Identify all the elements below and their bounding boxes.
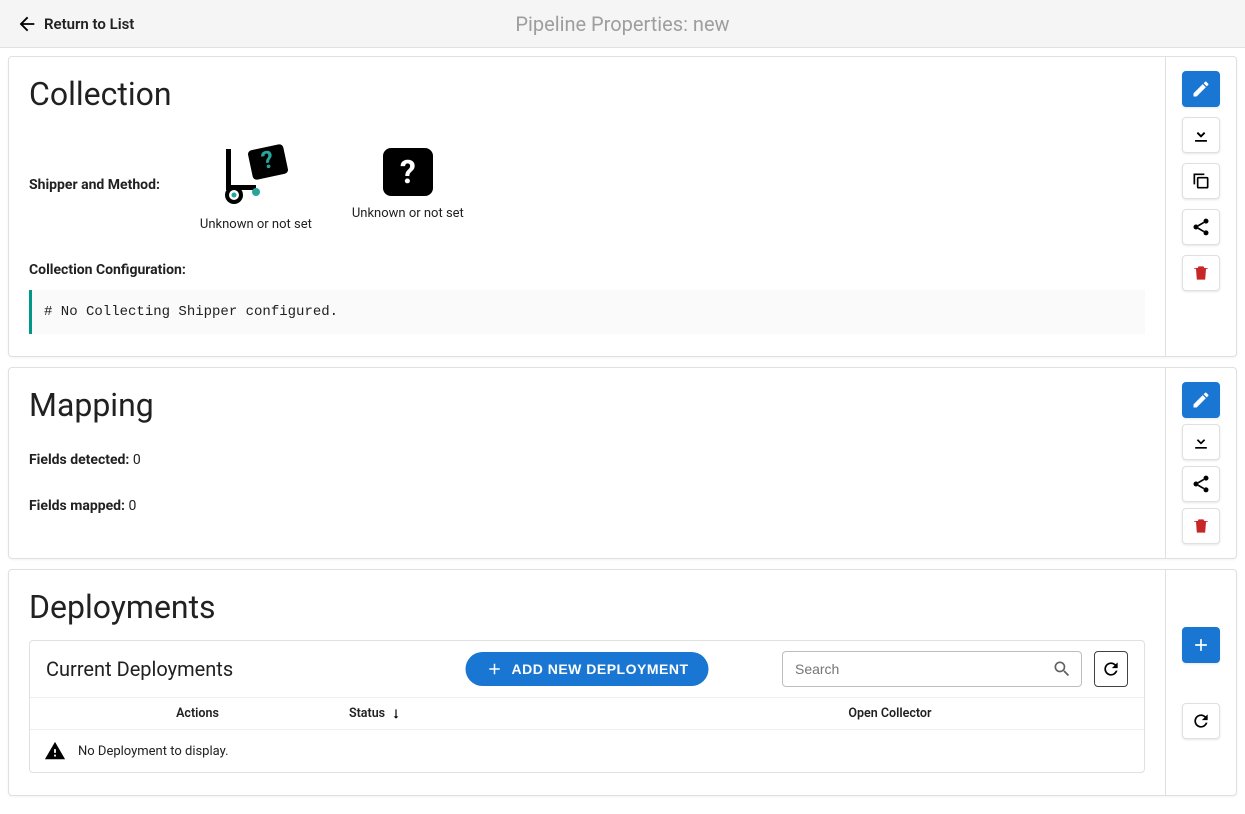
deployments-inner-refresh-button[interactable] [1094, 651, 1128, 687]
current-deployments-card: Current Deployments ADD NEW DEPLOYMENT [29, 640, 1145, 773]
unknown-method-icon: ? [383, 148, 433, 196]
add-new-deployment-button[interactable]: ADD NEW DEPLOYMENT [466, 652, 709, 686]
page-header: Return to List Pipeline Properties: new [0, 0, 1245, 48]
deployments-search [782, 651, 1082, 687]
add-deployment-side-button[interactable] [1182, 627, 1220, 663]
deployments-title: Deployments [29, 588, 1145, 626]
download-mapping-button[interactable] [1182, 424, 1220, 460]
current-deployments-subtitle: Current Deployments [46, 657, 233, 681]
warning-icon [44, 740, 66, 762]
plus-icon [486, 660, 504, 678]
share-collection-button[interactable] [1182, 209, 1220, 245]
page-title: Pipeline Properties: new [515, 12, 729, 36]
delete-mapping-button[interactable] [1182, 508, 1220, 544]
fields-mapped-label: Fields mapped: [29, 498, 125, 514]
collection-side-actions [1166, 57, 1236, 356]
collection-config-block: # No Collecting Shipper configured. [29, 290, 1145, 334]
pencil-icon [1191, 79, 1211, 99]
shipper-item: ? Unknown or not set [200, 137, 312, 232]
collection-title: Collection [29, 75, 1145, 113]
share-icon [1191, 474, 1211, 494]
collection-panel: Collection Shipper and Method: ? [8, 56, 1237, 357]
deployments-empty-row: No Deployment to display. [30, 729, 1144, 772]
unknown-shipper-cart-icon: ? [221, 137, 291, 207]
copy-collection-button[interactable] [1182, 163, 1220, 199]
column-status[interactable]: Status [349, 706, 652, 721]
download-icon [1191, 432, 1211, 452]
refresh-icon [1191, 711, 1211, 731]
refresh-icon [1101, 659, 1121, 679]
refresh-deployments-button[interactable] [1182, 703, 1220, 739]
return-to-list-label: Return to List [44, 15, 134, 33]
arrow-back-icon [16, 13, 38, 35]
download-icon [1191, 125, 1211, 145]
deployments-panel: Deployments Current Deployments ADD NEW … [8, 569, 1237, 796]
shipper-method-label: Shipper and Method: [29, 177, 160, 193]
search-icon [1052, 659, 1072, 679]
method-item: ? Unknown or not set [352, 148, 464, 221]
arrow-down-icon [389, 707, 403, 721]
column-actions: Actions [46, 706, 349, 721]
collection-config-label: Collection Configuration: [29, 262, 1145, 278]
fields-detected-value: 0 [133, 452, 141, 468]
method-unknown-label: Unknown or not set [352, 206, 464, 221]
share-icon [1191, 217, 1211, 237]
mapping-side-actions [1166, 368, 1236, 558]
deployments-table-head: Actions Status Open Collector [30, 697, 1144, 729]
delete-collection-button[interactable] [1182, 255, 1220, 291]
fields-mapped-value: 0 [128, 498, 136, 514]
mapping-title: Mapping [29, 386, 1145, 424]
trash-icon [1191, 263, 1211, 283]
fields-detected-label: Fields detected: [29, 452, 129, 468]
shipper-unknown-label: Unknown or not set [200, 217, 312, 232]
deployments-search-input[interactable] [782, 651, 1082, 687]
pencil-icon [1191, 390, 1211, 410]
deployments-side-actions [1166, 570, 1236, 795]
mapping-panel: Mapping Fields detected: 0 Fields mapped… [8, 367, 1237, 559]
plus-icon [1191, 635, 1211, 655]
column-open-collector: Open Collector [652, 706, 1128, 721]
add-new-deployment-label: ADD NEW DEPLOYMENT [512, 661, 689, 677]
return-to-list-button[interactable]: Return to List [16, 13, 134, 35]
edit-collection-button[interactable] [1182, 71, 1220, 107]
trash-icon [1191, 516, 1211, 536]
download-collection-button[interactable] [1182, 117, 1220, 153]
share-mapping-button[interactable] [1182, 466, 1220, 502]
edit-mapping-button[interactable] [1182, 382, 1220, 418]
copy-icon [1191, 171, 1211, 191]
deployments-empty-text: No Deployment to display. [78, 744, 229, 759]
